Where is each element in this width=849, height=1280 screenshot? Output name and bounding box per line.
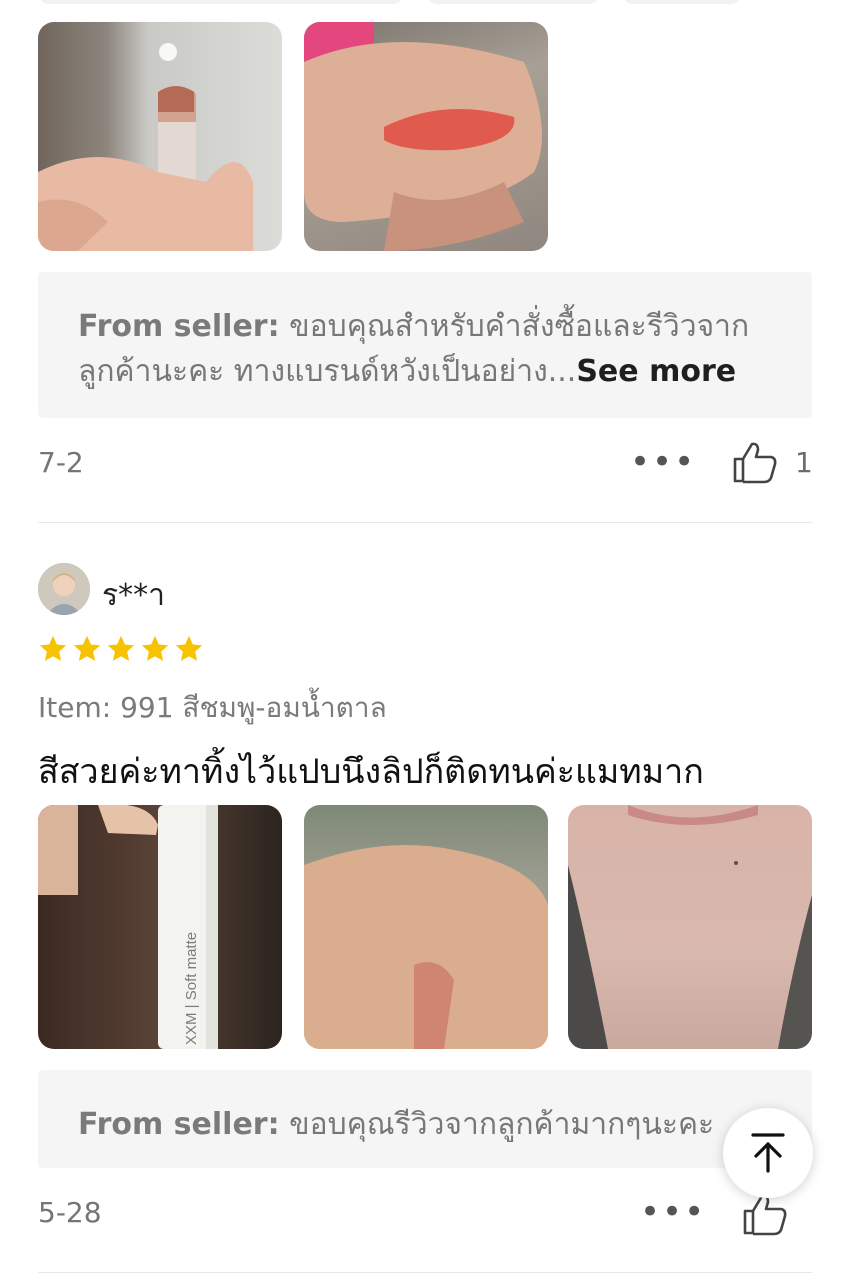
arrow-up-to-top-icon xyxy=(751,1133,785,1173)
seller-reply-line: ลูกค้านะคะ ทางแบรนด์หวังเป็นอย่าง...See … xyxy=(78,349,772,394)
more-dots-icon[interactable]: ••• xyxy=(640,1195,706,1229)
star-icon xyxy=(39,635,67,661)
tag-pill[interactable] xyxy=(426,0,600,4)
review-divider xyxy=(38,1272,812,1273)
review-photo[interactable]: XXM | Soft matte xyxy=(38,805,282,1049)
see-more-link[interactable]: See more xyxy=(576,354,736,389)
seller-reply-label: From seller: xyxy=(78,1107,280,1142)
seller-reply-text: ขอบคุณสำหรับคำสั่งซื้อและรีวิวจาก xyxy=(289,309,750,344)
review-photo[interactable] xyxy=(38,22,282,251)
reviewer-name: ร**า xyxy=(102,578,165,613)
review-date: 5-28 xyxy=(38,1196,102,1229)
seller-reply-label: From seller: xyxy=(78,309,280,344)
tag-pill[interactable] xyxy=(38,0,404,4)
review-date: 7-2 xyxy=(38,446,84,479)
review-divider xyxy=(38,522,812,523)
avatar[interactable] xyxy=(38,563,90,615)
thumbs-up-icon[interactable] xyxy=(732,440,778,488)
tag-pill[interactable] xyxy=(622,0,742,4)
seller-reply-text: ขอบคุณรีวิวจากลูกค้ามากๆนะคะ xyxy=(289,1107,715,1142)
star-icon xyxy=(175,635,203,661)
review-photo[interactable] xyxy=(304,805,548,1049)
item-variant: Item: 991 สีชมพู-อมน้ำตาล xyxy=(38,691,387,724)
review-text: สีสวยค่ะทาทิ้งไว้แปบนึงลิปก็ติดทนค่ะแมทม… xyxy=(38,752,704,792)
thumbs-up-icon[interactable] xyxy=(740,1192,790,1240)
product-print: XXM | Soft matte xyxy=(183,932,200,1045)
star-rating xyxy=(38,634,204,664)
review-photo[interactable] xyxy=(304,22,548,251)
seller-reply-line: From seller: ขอบคุณสำหรับคำสั่งซื้อและรี… xyxy=(78,304,772,349)
star-icon xyxy=(73,635,101,661)
seller-reply-text: ลูกค้านะคะ ทางแบรนด์หวังเป็นอย่าง... xyxy=(78,354,577,389)
seller-reply-box[interactable]: From seller: ขอบคุณสำหรับคำสั่งซื้อและรี… xyxy=(38,272,812,418)
seller-reply-box[interactable]: From seller: ขอบคุณรีวิวจากลูกค้ามากๆนะค… xyxy=(38,1070,812,1168)
scroll-to-top-button[interactable] xyxy=(723,1108,813,1198)
star-icon xyxy=(107,635,135,661)
star-icon xyxy=(141,635,169,661)
like-count: 1 xyxy=(795,446,813,479)
seller-reply-line: From seller: ขอบคุณรีวิวจากลูกค้ามากๆนะค… xyxy=(78,1102,772,1147)
more-dots-icon[interactable]: ••• xyxy=(630,445,696,479)
review-photo[interactable] xyxy=(568,805,812,1049)
